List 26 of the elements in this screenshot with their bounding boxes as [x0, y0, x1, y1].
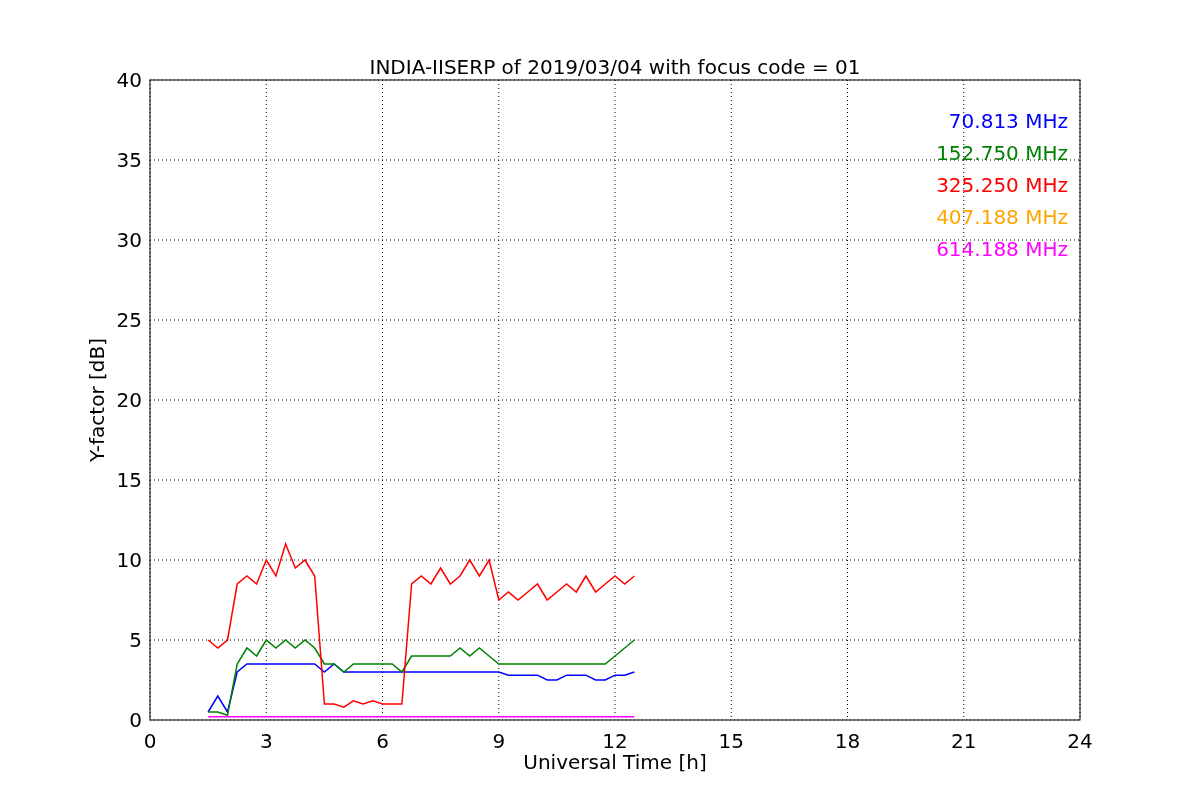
- y-tick-label: 0: [129, 708, 142, 732]
- y-tick-label: 10: [116, 548, 142, 572]
- y-tick-label: 20: [116, 388, 142, 412]
- legend-label: 152.750 MHz: [936, 141, 1068, 165]
- y-tick-label: 5: [129, 628, 142, 652]
- x-tick-label: 0: [143, 729, 157, 753]
- legend-label: 70.813 MHz: [948, 109, 1068, 133]
- y-axis-label: Y-factor [dB]: [85, 338, 109, 462]
- y-tick-label: 40: [116, 68, 142, 92]
- x-tick-label: 9: [492, 729, 506, 753]
- legend-label: 325.250 MHz: [936, 173, 1068, 197]
- y-tick-label: 35: [116, 148, 142, 172]
- legend-label: 614.188 MHz: [936, 237, 1068, 261]
- y-tick-label: 25: [116, 308, 142, 332]
- x-axis-label: Universal Time [h]: [523, 750, 707, 774]
- y-tick-label: 15: [116, 468, 142, 492]
- x-tick-label: 3: [259, 729, 273, 753]
- legend-label: 407.188 MHz: [936, 205, 1068, 229]
- x-tick-label: 15: [718, 729, 744, 753]
- y-tick-label: 30: [116, 228, 142, 252]
- x-tick-label: 12: [602, 729, 628, 753]
- chart-title: INDIA-IISERP of 2019/03/04 with focus code = 01: [369, 55, 861, 79]
- x-tick-label: 21: [951, 729, 977, 753]
- x-tick-label: 18: [834, 729, 861, 753]
- x-tick-label: 6: [376, 729, 389, 753]
- x-tick-label: 24: [1067, 729, 1093, 753]
